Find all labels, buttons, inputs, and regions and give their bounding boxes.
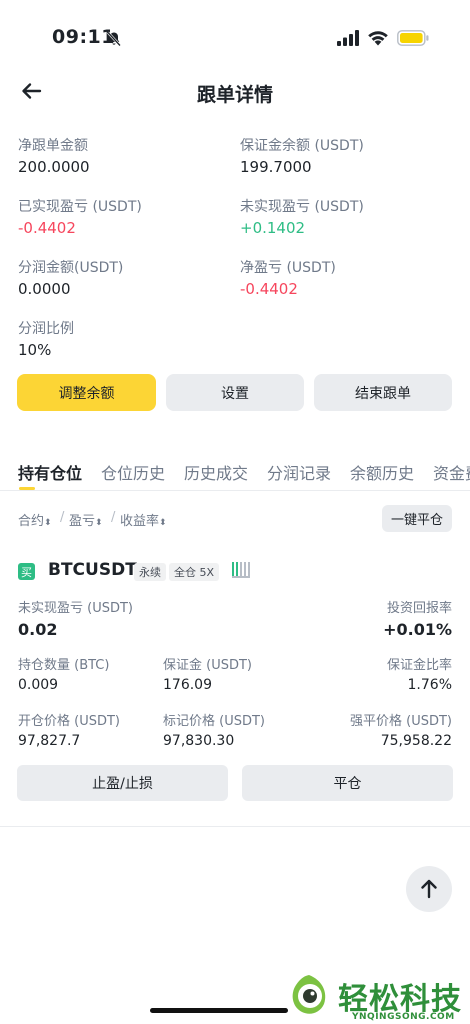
unrealized-pnl-value: +0.1402 — [240, 219, 306, 237]
entry-price: 97,827.7 — [18, 733, 81, 749]
liquidation-price-label: 强平价格 (USDT) — [350, 714, 452, 729]
risk-bars-icon — [232, 562, 250, 578]
size-label: 持仓数量 (BTC) — [18, 658, 110, 673]
position-size: 0.009 — [18, 677, 59, 693]
page-title: 跟单详情 — [196, 84, 273, 106]
realized-pnl-value: -0.4402 — [18, 219, 76, 237]
position-margin: 176.09 — [163, 677, 212, 693]
liquidation-price: 75,958.22 — [380, 733, 452, 749]
battery-icon — [397, 30, 429, 46]
tab-positions[interactable]: 持有仓位 — [18, 460, 82, 484]
tab-position-history[interactable]: 仓位历史 — [101, 460, 165, 484]
net-amount-label: 净跟单金额 — [18, 138, 88, 154]
arrow-up-icon — [421, 879, 437, 899]
sort-separator: / — [111, 510, 116, 525]
sort-arrows-icon: ⬍ — [95, 518, 103, 528]
watermark-subtext: YNQINGSONG.COM — [352, 1012, 455, 1022]
position-unrealized-pnl: 0.02 — [18, 620, 58, 639]
margin-ratio: 1.76% — [407, 677, 452, 693]
close-position-button[interactable]: 平仓 — [242, 765, 453, 801]
bell-muted-icon — [107, 31, 121, 47]
tpsl-button[interactable]: 止盈/止损 — [17, 765, 228, 801]
margin-ratio-label: 保证金比率 — [386, 658, 452, 673]
sort-roi[interactable]: 收益率⬍ — [120, 510, 167, 529]
tab-balance-history[interactable]: 余额历史 — [350, 460, 414, 484]
watermark-logo-icon — [292, 975, 326, 1014]
buy-side-badge: 买 — [18, 563, 35, 580]
net-pnl-value: -0.4402 — [240, 280, 298, 298]
sort-arrows-icon: ⬍ — [159, 518, 167, 528]
margin-label: 保证金 (USDT) — [163, 658, 252, 673]
roi-label: 投资回报率 — [386, 601, 452, 616]
sort-contract-label: 合约 — [18, 514, 45, 529]
close-all-button[interactable]: 一键平仓 — [382, 505, 452, 532]
mark-price-label: 标记价格 (USDT) — [163, 714, 265, 729]
home-indicator — [150, 1008, 288, 1013]
adjust-balance-button[interactable]: 调整余额 — [17, 374, 156, 411]
card-divider — [0, 826, 470, 827]
unrealized-pnl-label: 未实现盈亏 (USDT) — [240, 199, 364, 215]
sort-contract[interactable]: 合约⬍ — [18, 510, 52, 529]
profit-share-amount-label: 分润金额(USDT) — [18, 260, 124, 276]
wifi-icon — [368, 31, 388, 46]
tab-trade-history[interactable]: 历史成交 — [184, 460, 248, 484]
sort-pnl[interactable]: 盈亏⬍ — [69, 510, 103, 529]
net-amount-value: 200.0000 — [18, 158, 90, 176]
margin-mode-tag: 全仓 5X — [169, 563, 220, 581]
net-pnl-label: 净盈亏 (USDT) — [240, 260, 336, 276]
position-roi: +0.01% — [383, 620, 452, 639]
tab-profit-share-records[interactable]: 分润记录 — [267, 460, 331, 484]
profit-share-ratio-label: 分润比例 — [18, 321, 74, 337]
tabs-divider — [0, 490, 470, 491]
sort-pnl-label: 盈亏 — [69, 514, 96, 529]
signal-icon — [337, 30, 359, 46]
sort-arrows-icon: ⬍ — [44, 518, 52, 528]
profit-share-amount-value: 0.0000 — [18, 280, 71, 298]
settings-button[interactable]: 设置 — [166, 374, 304, 411]
margin-balance-label: 保证金余额 (USDT) — [240, 138, 364, 154]
margin-balance-value: 199.7000 — [240, 158, 312, 176]
unrealized-pnl-label: 未实现盈亏 (USDT) — [18, 601, 133, 616]
realized-pnl-label: 已实现盈亏 (USDT) — [18, 199, 142, 215]
mark-price: 97,830.30 — [163, 733, 235, 749]
scroll-top-button[interactable] — [406, 866, 452, 912]
sort-separator: / — [60, 510, 65, 525]
position-symbol[interactable]: BTCUSDT — [48, 560, 137, 580]
sort-roi-label: 收益率 — [120, 514, 160, 529]
entry-price-label: 开仓价格 (USDT) — [18, 714, 120, 729]
perpetual-tag: 永续 — [134, 563, 166, 581]
end-copy-button[interactable]: 结束跟单 — [314, 374, 452, 411]
tab-funding-fee[interactable]: 资金费 — [433, 460, 470, 484]
profit-share-ratio-value: 10% — [18, 341, 52, 359]
